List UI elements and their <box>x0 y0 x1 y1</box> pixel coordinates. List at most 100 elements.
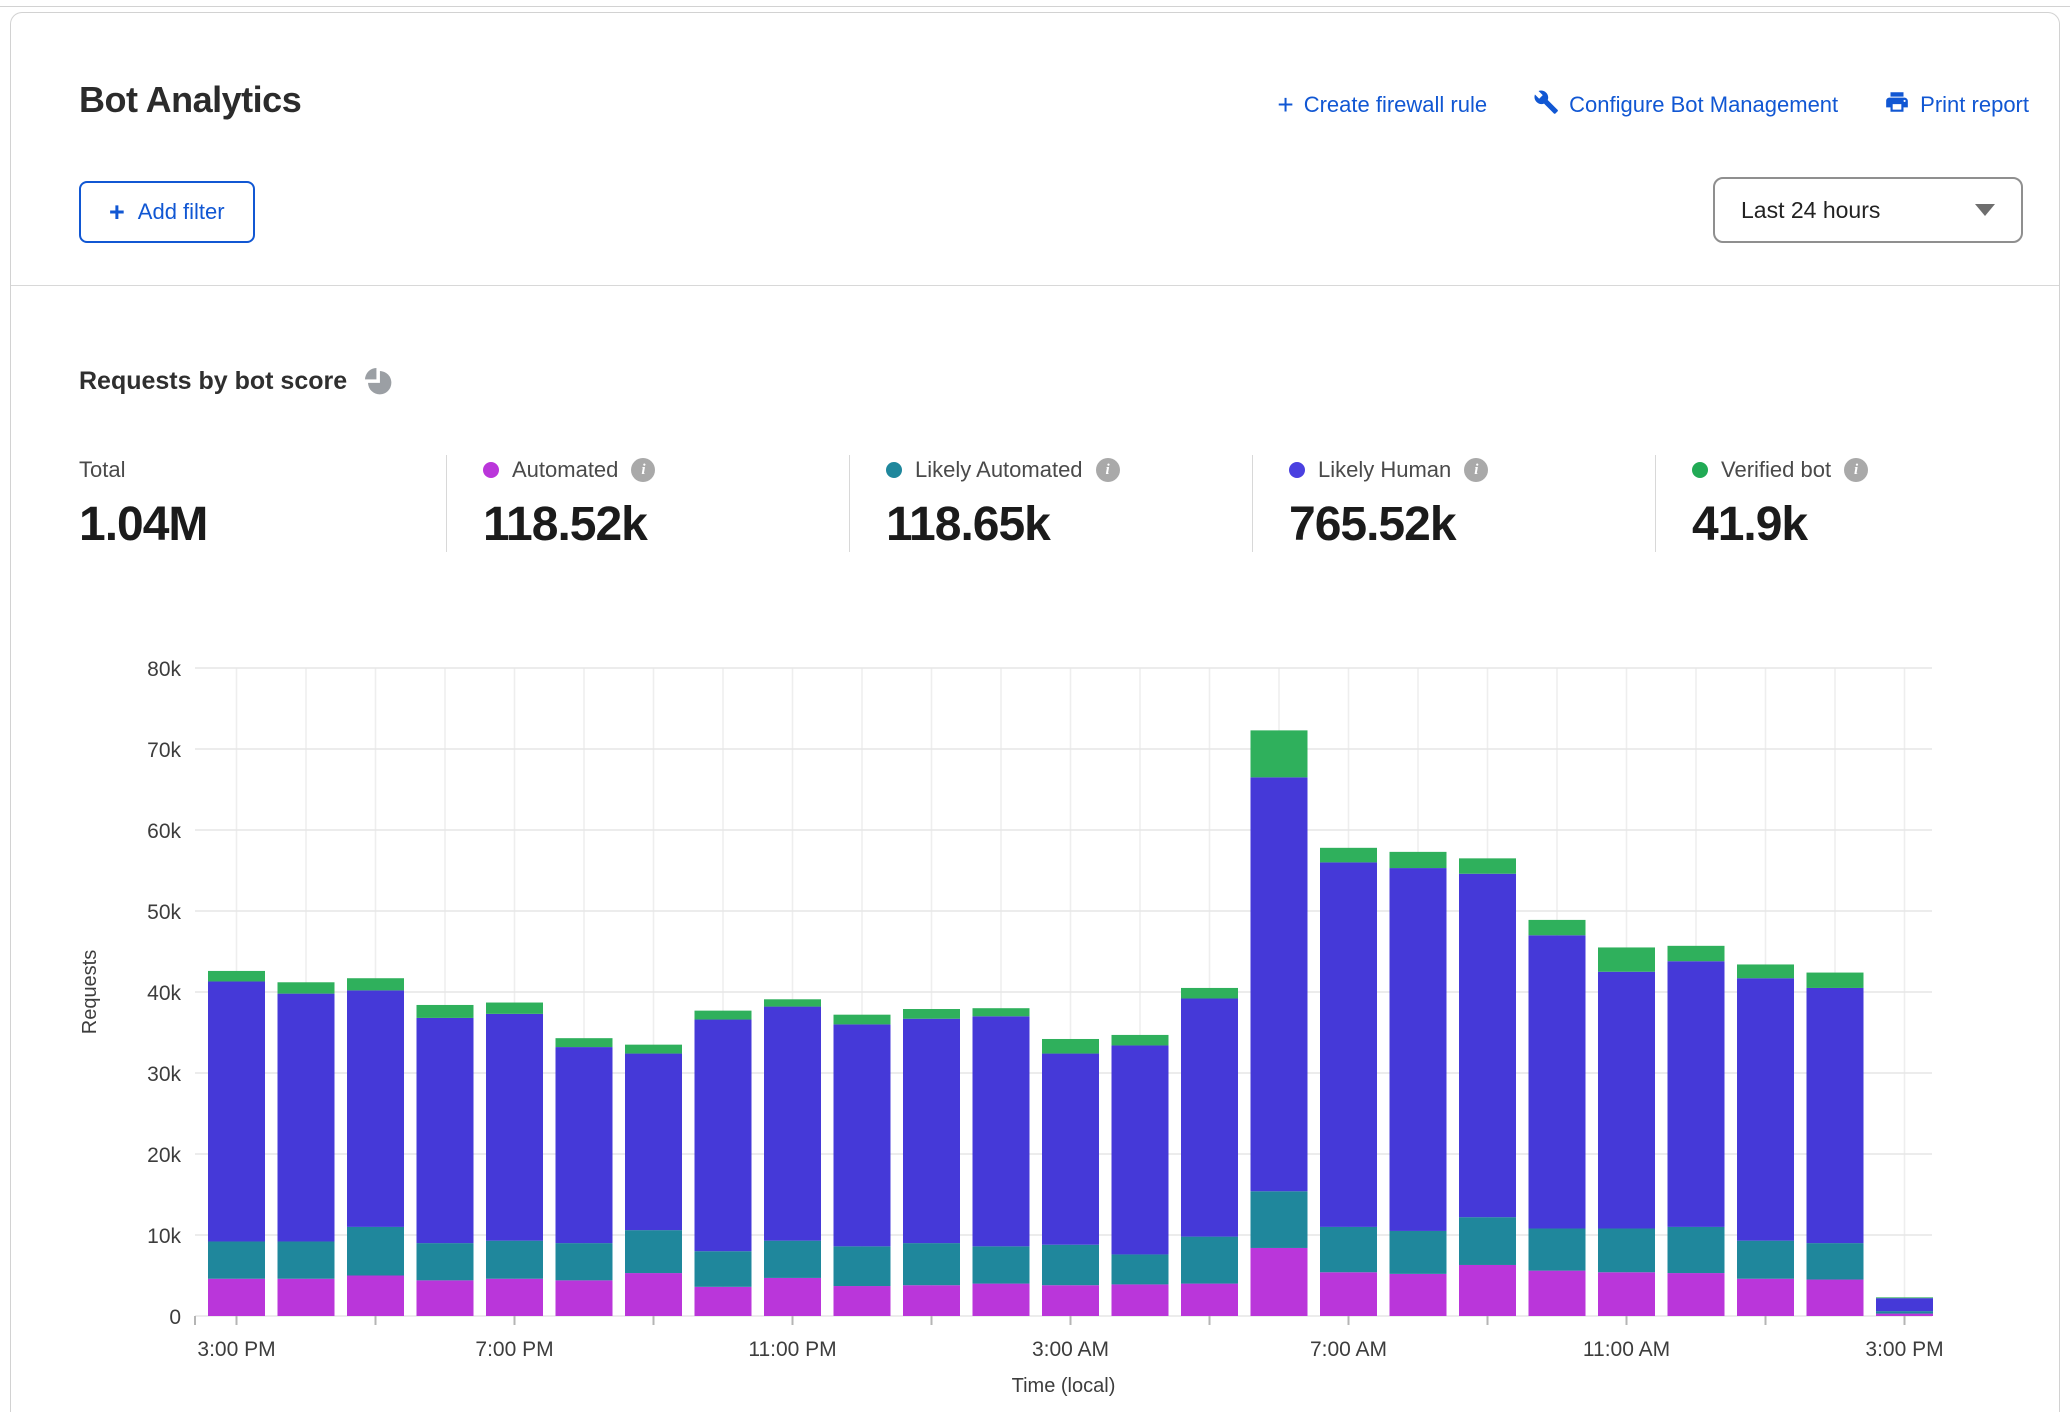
bar-segment[interactable] <box>1737 978 1794 1240</box>
bar-segment[interactable] <box>347 990 404 1227</box>
info-icon[interactable]: i <box>1464 458 1488 482</box>
bar-segment[interactable] <box>486 1241 543 1279</box>
bar-segment[interactable] <box>1598 972 1655 1229</box>
bar-segment[interactable] <box>1737 1241 1794 1279</box>
bar-segment[interactable] <box>1459 874 1516 1217</box>
bar-segment[interactable] <box>764 1278 821 1316</box>
bar-segment[interactable] <box>417 1243 474 1280</box>
bar-segment[interactable] <box>625 1045 682 1054</box>
bar-segment[interactable] <box>556 1047 613 1243</box>
bar-segment[interactable] <box>1251 1248 1308 1316</box>
bar-segment[interactable] <box>1181 1284 1238 1316</box>
bar-segment[interactable] <box>1807 1280 1864 1316</box>
info-icon[interactable]: i <box>1844 458 1868 482</box>
bar-segment[interactable] <box>834 1246 891 1286</box>
bar-segment[interactable] <box>1320 848 1377 863</box>
bar-segment[interactable] <box>208 1279 265 1316</box>
add-filter-button[interactable]: + Add filter <box>79 181 255 243</box>
bar-segment[interactable] <box>834 1286 891 1316</box>
bar-segment[interactable] <box>1668 946 1725 961</box>
bar-segment[interactable] <box>903 1243 960 1285</box>
bar-segment[interactable] <box>1181 1237 1238 1284</box>
info-icon[interactable]: i <box>631 458 655 482</box>
bar-segment[interactable] <box>208 1241 265 1278</box>
bar-segment[interactable] <box>347 978 404 990</box>
bar-segment[interactable] <box>278 982 335 993</box>
bar-segment[interactable] <box>1737 964 1794 978</box>
bar-segment[interactable] <box>1042 1054 1099 1245</box>
bar-segment[interactable] <box>903 1285 960 1316</box>
bar-segment[interactable] <box>764 1007 821 1241</box>
bar-segment[interactable] <box>1529 935 1586 1228</box>
bar-segment[interactable] <box>278 994 335 1242</box>
bar-segment[interactable] <box>695 1020 752 1252</box>
bar-segment[interactable] <box>1320 1272 1377 1316</box>
bar-segment[interactable] <box>1598 1272 1655 1316</box>
bar-segment[interactable] <box>1459 1265 1516 1316</box>
bar-segment[interactable] <box>1737 1279 1794 1316</box>
bar-segment[interactable] <box>834 1024 891 1246</box>
bar-segment[interactable] <box>486 1003 543 1014</box>
bar-segment[interactable] <box>1529 1229 1586 1271</box>
create-firewall-rule-link[interactable]: + Create firewall rule <box>1277 92 1487 118</box>
bar-segment[interactable] <box>278 1241 335 1278</box>
bar-segment[interactable] <box>208 971 265 982</box>
bar-segment[interactable] <box>556 1038 613 1047</box>
bar-segment[interactable] <box>1529 1271 1586 1316</box>
bar-segment[interactable] <box>1181 988 1238 999</box>
bar-segment[interactable] <box>1112 1045 1169 1254</box>
bar-segment[interactable] <box>973 1284 1030 1316</box>
bar-segment[interactable] <box>278 1279 335 1316</box>
bar-segment[interactable] <box>625 1230 682 1273</box>
bar-segment[interactable] <box>834 1015 891 1025</box>
bar-segment[interactable] <box>1876 1314 1933 1316</box>
bar-segment[interactable] <box>1668 1273 1725 1316</box>
bar-segment[interactable] <box>973 1016 1030 1246</box>
bar-segment[interactable] <box>1112 1284 1169 1316</box>
bar-segment[interactable] <box>1390 1231 1447 1274</box>
bar-segment[interactable] <box>417 1005 474 1018</box>
bar-segment[interactable] <box>1876 1298 1933 1311</box>
bar-segment[interactable] <box>347 1227 404 1276</box>
bar-segment[interactable] <box>1251 1191 1308 1248</box>
bar-segment[interactable] <box>1251 777 1308 1191</box>
bar-segment[interactable] <box>625 1054 682 1231</box>
bar-segment[interactable] <box>1529 920 1586 935</box>
bar-segment[interactable] <box>1598 947 1655 971</box>
bar-segment[interactable] <box>625 1273 682 1316</box>
bar-segment[interactable] <box>1807 1243 1864 1279</box>
bar-segment[interactable] <box>417 1280 474 1316</box>
bar-segment[interactable] <box>347 1276 404 1317</box>
bar-segment[interactable] <box>695 1287 752 1316</box>
bar-segment[interactable] <box>1251 730 1308 777</box>
bar-segment[interactable] <box>1181 998 1238 1236</box>
bar-segment[interactable] <box>903 1019 960 1243</box>
bar-segment[interactable] <box>556 1280 613 1316</box>
info-icon[interactable]: i <box>1096 458 1120 482</box>
bar-segment[interactable] <box>1807 973 1864 988</box>
bar-segment[interactable] <box>1042 1039 1099 1054</box>
bar-segment[interactable] <box>1668 1227 1725 1273</box>
bar-segment[interactable] <box>1042 1245 1099 1286</box>
bar-segment[interactable] <box>208 981 265 1241</box>
bar-segment[interactable] <box>695 1251 752 1287</box>
bar-segment[interactable] <box>1459 1217 1516 1265</box>
bar-segment[interactable] <box>695 1011 752 1020</box>
requests-by-bot-score-chart[interactable]: 010k20k30k40k50k60k70k80k3:00 PM7:00 PM1… <box>0 640 2070 1407</box>
bar-segment[interactable] <box>764 999 821 1006</box>
bar-segment[interactable] <box>556 1243 613 1280</box>
time-range-select[interactable]: Last 24 hours <box>1713 177 2023 243</box>
bar-segment[interactable] <box>1807 988 1864 1243</box>
bar-segment[interactable] <box>1876 1311 1933 1313</box>
bar-segment[interactable] <box>417 1018 474 1243</box>
bar-segment[interactable] <box>486 1279 543 1316</box>
bar-segment[interactable] <box>1390 1274 1447 1316</box>
bar-segment[interactable] <box>1459 858 1516 873</box>
bar-segment[interactable] <box>764 1241 821 1278</box>
bar-segment[interactable] <box>1598 1229 1655 1273</box>
stacked-bar-chart[interactable]: 010k20k30k40k50k60k70k80k3:00 PM7:00 PM1… <box>0 640 2070 1407</box>
bar-segment[interactable] <box>1390 852 1447 868</box>
bar-segment[interactable] <box>903 1009 960 1019</box>
bar-segment[interactable] <box>1876 1297 1933 1298</box>
bar-segment[interactable] <box>1390 868 1447 1231</box>
